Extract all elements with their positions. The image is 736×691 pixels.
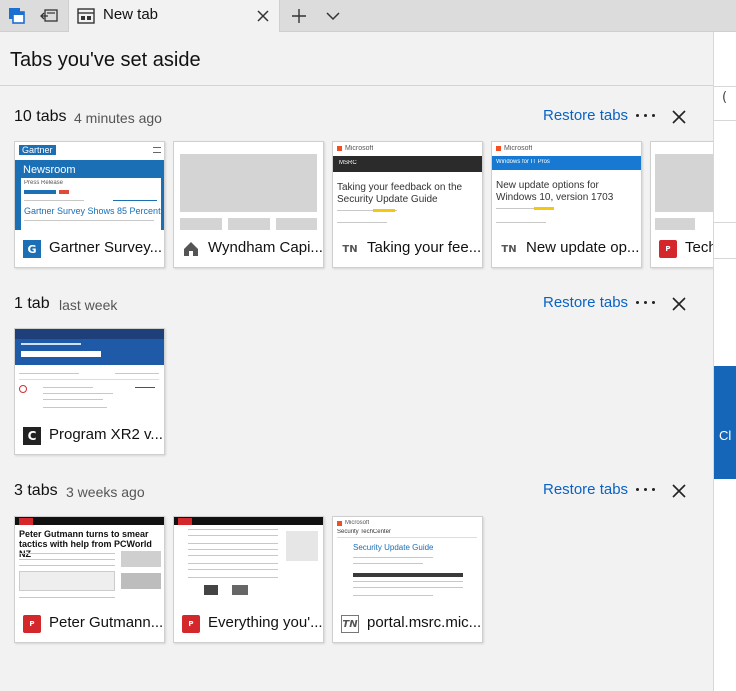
- restore-tabs-link[interactable]: Restore tabs: [543, 481, 628, 498]
- tab-thumbnail: Microsoft Windows for IT Pros New update…: [492, 142, 641, 230]
- tab-card[interactable]: C Program XR2 v...: [14, 328, 165, 455]
- tab-title: Wyndham Capi...: [208, 239, 322, 256]
- tab-thumbnail: [15, 329, 164, 417]
- background-button: Cl: [714, 366, 736, 479]
- tab-card[interactable]: Peter Gutmann turns to smear tactics wit…: [14, 516, 165, 643]
- tn-favicon-icon: TN: [342, 243, 358, 255]
- tab-card[interactable]: Gartner Newsroom Press Release Gartner S…: [14, 141, 165, 268]
- tab-thumbnail: [174, 517, 323, 605]
- tab-new-tab[interactable]: New tab: [68, 0, 280, 33]
- tn-favicon-icon: TN: [501, 243, 517, 255]
- tab-thumbnail: Microsoft MSRC Taking your feedback on t…: [333, 142, 482, 230]
- thumb-headline: Taking your feedback on the Security Upd…: [337, 182, 463, 205]
- group-count: 1 tab: [14, 295, 50, 312]
- tabs-aside-icon: [9, 8, 25, 24]
- group-time: 3 weeks ago: [66, 484, 145, 500]
- pcworld-favicon-icon: P: [23, 615, 41, 633]
- tab-card[interactable]: P Everything you'...: [173, 516, 324, 643]
- background-divider: [714, 222, 736, 223]
- background-divider: [714, 86, 736, 87]
- tab-title: Taking your fee...: [367, 239, 481, 256]
- tab-title: Peter Gutmann...: [49, 614, 163, 631]
- tab-label: New tab: [103, 6, 159, 23]
- more-options-icon[interactable]: [636, 114, 656, 120]
- restore-tabs-link[interactable]: Restore tabs: [543, 107, 628, 124]
- tab-thumbnail: [174, 142, 323, 230]
- tab-title: Techn...: [685, 239, 714, 256]
- set-aside-icon: [40, 9, 58, 22]
- tab-group-header: 10 tabs 4 minutes ago Restore tabs: [0, 107, 713, 136]
- tab-title: Gartner Survey...: [49, 239, 163, 256]
- thumb-sub: Press Release: [24, 180, 64, 186]
- thumb-brand: Microsoft: [345, 145, 374, 152]
- tn-favicon-icon: TN: [341, 615, 359, 633]
- close-icon[interactable]: [671, 109, 687, 125]
- set-tabs-aside-button[interactable]: [32, 0, 66, 32]
- group-count: 3 tabs: [14, 482, 58, 499]
- thumb-bar: MSRC: [339, 160, 357, 166]
- thumb-bar: Security TechCenter: [337, 529, 391, 535]
- tab-thumbnail: [651, 142, 713, 230]
- tab-title: portal.msrc.mic...: [367, 614, 481, 631]
- background-divider: [714, 258, 736, 259]
- tab-title: Program XR2 v...: [49, 426, 163, 443]
- new-tab-button[interactable]: [282, 0, 316, 32]
- new-tab-page-icon: [77, 8, 95, 24]
- more-options-icon[interactable]: [636, 301, 656, 307]
- tab-title: New update op...: [526, 239, 640, 256]
- tab-title: Everything you'...: [208, 614, 322, 631]
- background-divider: [714, 120, 736, 121]
- close-icon[interactable]: [671, 483, 687, 499]
- tab-thumbnail: Gartner Newsroom Press Release Gartner S…: [15, 142, 164, 230]
- close-icon[interactable]: [671, 296, 687, 312]
- program-favicon-icon: C: [23, 427, 41, 445]
- thumb-bar: Windows for IT Pros: [496, 159, 550, 165]
- group-count: 10 tabs: [14, 108, 67, 125]
- more-options-icon[interactable]: [636, 488, 656, 494]
- pcworld-favicon-icon: P: [659, 240, 677, 258]
- plus-icon: [292, 9, 306, 23]
- tab-card[interactable]: Microsoft Security TechCenter Security U…: [332, 516, 483, 643]
- tab-preview-button[interactable]: [316, 0, 350, 32]
- thumb-logo: Gartner: [19, 145, 56, 155]
- background-page: [714, 32, 736, 691]
- restore-tabs-link[interactable]: Restore tabs: [543, 294, 628, 311]
- tab-card[interactable]: Microsoft Windows for IT Pros New update…: [491, 141, 642, 268]
- tab-actions-button[interactable]: [0, 0, 34, 32]
- background-text: (: [722, 90, 728, 105]
- group-time: 4 minutes ago: [74, 110, 162, 126]
- close-tab-icon[interactable]: [255, 8, 271, 24]
- panel-title: Tabs you've set aside: [10, 49, 201, 71]
- tabs-aside-panel: Tabs you've set aside 10 tabs 4 minutes …: [0, 32, 714, 691]
- group-time: last week: [59, 297, 118, 313]
- tab-group-header: 3 tabs 3 weeks ago Restore tabs: [0, 481, 713, 510]
- thumb-headline: Gartner Survey Shows 85 Percent of: [24, 206, 162, 216]
- tab-card[interactable]: Microsoft MSRC Taking your feedback on t…: [332, 141, 483, 268]
- tab-thumbnail: Microsoft Security TechCenter Security U…: [333, 517, 482, 605]
- pcworld-favicon-icon: P: [182, 615, 200, 633]
- thumb-heading: Newsroom: [23, 164, 76, 176]
- gartner-favicon-icon: G: [23, 240, 41, 258]
- thumb-headline: New update options for Windows 10, versi…: [496, 180, 614, 203]
- tab-card[interactable]: Wyndham Capi...: [173, 141, 324, 268]
- thumb-headline: Security Update Guide: [353, 543, 434, 552]
- tab-card[interactable]: P Techn...: [650, 141, 714, 268]
- tab-strip: New tab: [0, 0, 736, 33]
- divider: [0, 85, 713, 86]
- thumb-brand: Microsoft: [345, 520, 370, 526]
- wyndham-favicon-icon: [184, 242, 198, 256]
- tab-group-header: 1 tab last week Restore tabs: [0, 294, 713, 323]
- chevron-down-icon: [326, 12, 340, 21]
- thumb-brand: Microsoft: [504, 145, 533, 152]
- tab-thumbnail: Peter Gutmann turns to smear tactics wit…: [15, 517, 164, 605]
